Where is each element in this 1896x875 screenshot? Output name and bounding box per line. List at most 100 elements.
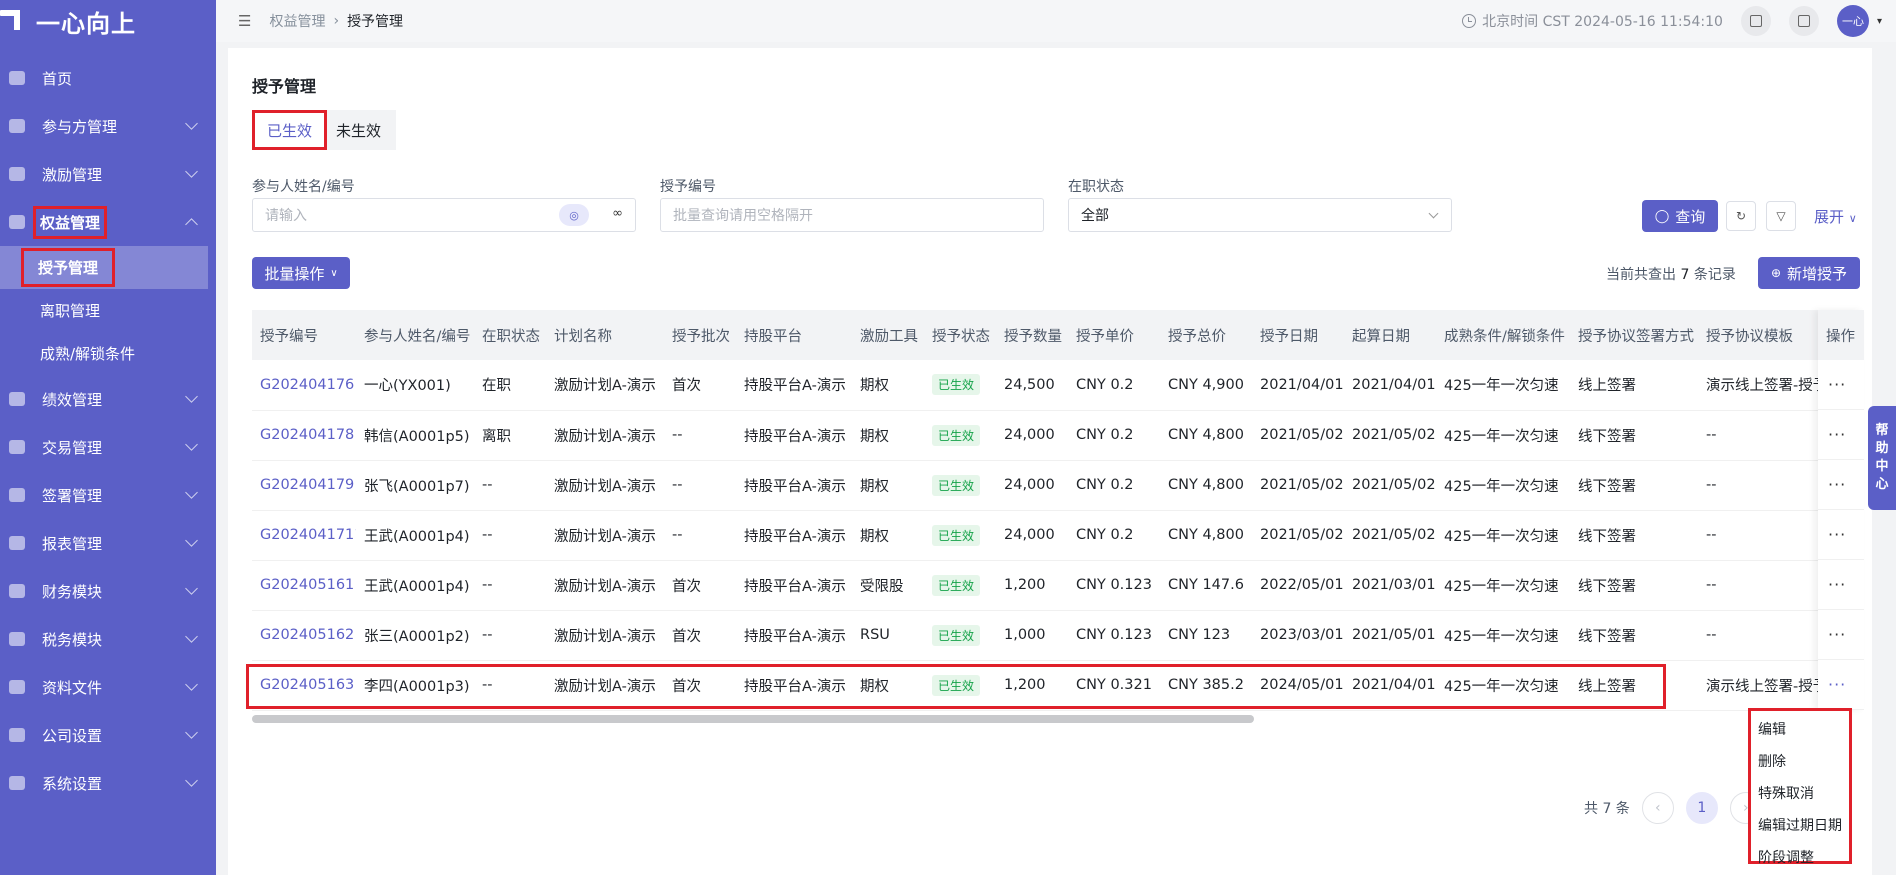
more-actions-icon[interactable]: ··· [1818, 510, 1864, 560]
more-actions-icon[interactable]: ··· [1818, 610, 1864, 660]
table-cell: 24,000 [996, 510, 1068, 561]
more-actions-icon[interactable]: ··· [1818, 410, 1864, 460]
sidebar-item-label: 首页 [42, 69, 73, 88]
avatar-caret-icon[interactable]: ▾ [1877, 16, 1882, 27]
batch-button-label: 批量操作 [264, 264, 325, 283]
sidebar-item[interactable]: 首页 [0, 54, 216, 102]
sidebar-item[interactable]: 财务模块 [0, 567, 216, 615]
help-char: 心 [1875, 477, 1889, 492]
sidebar-item[interactable]: 税务模块 [0, 615, 216, 663]
sidebar-item[interactable]: 签署管理 [0, 471, 216, 519]
batch-operation-button[interactable]: 批量操作 ∨ [252, 257, 350, 289]
message-button[interactable] [1788, 6, 1819, 36]
sidebar-item[interactable]: 参与方管理 [0, 102, 216, 150]
sidebar-subitem[interactable]: 授予管理 [0, 246, 208, 289]
prev-page-button[interactable]: ‹ [1641, 792, 1674, 824]
help-char: 帮 [1875, 423, 1889, 438]
status-badge: 已生效 [932, 474, 981, 496]
column-header: 授予状态 [924, 310, 996, 360]
column-header: 授予批次 [664, 310, 736, 360]
grant-no-filter-input[interactable]: 批量查询请用空格隔开 [660, 198, 1044, 232]
column-header: 成熟条件/解锁条件 [1436, 310, 1570, 360]
table-cell: 已生效 [924, 460, 996, 511]
sidebar-item[interactable]: 系统设置 [0, 759, 216, 807]
sidebar-item-label: 财务模块 [42, 582, 103, 601]
task-button[interactable] [1740, 6, 1771, 36]
sidebar-item[interactable]: 报表管理 [0, 519, 216, 567]
dropdown-menu-item[interactable]: 阶段调整 [1751, 841, 1849, 873]
sidebar-item-label: 权益管理 [32, 205, 108, 239]
employment-status-select[interactable]: 全部 [1068, 198, 1452, 232]
grant-number-link[interactable]: G2024041711 [252, 510, 356, 561]
grant-number-link[interactable]: G202404179 [252, 460, 356, 511]
sidebar-item[interactable]: 权益管理 [0, 198, 216, 246]
dropdown-menu-item[interactable]: 特殊取消 [1751, 777, 1849, 809]
horizontal-scrollbar[interactable] [252, 715, 1254, 723]
table-cell: 2021/04/01 [1344, 360, 1436, 411]
more-actions-icon[interactable]: ··· [1818, 560, 1864, 610]
record-count: 7 [1680, 267, 1690, 283]
name-filter-input[interactable]: 请输入 ◎ ∞ [252, 198, 636, 232]
reset-button[interactable]: ↻ [1726, 201, 1756, 231]
table-cell: 线下签署 [1570, 510, 1698, 561]
table-cell: 一心(YX001) [356, 360, 474, 411]
column-header: 授予单价 [1068, 310, 1160, 360]
help-center-button[interactable]: 帮助中心 [1868, 406, 1896, 510]
table-cell: 2021/04/01 [1252, 360, 1344, 411]
chevron-down-icon [185, 534, 198, 547]
tab-effective[interactable]: 已生效 [251, 110, 328, 150]
grant-number-link[interactable]: G202404176 [252, 360, 356, 411]
table-cell: 激励计划A-演示 [546, 360, 664, 411]
column-header: 授予数量 [996, 310, 1068, 360]
add-grant-button[interactable]: ⊕ 新增授予 [1758, 257, 1860, 289]
table-cell: CNY 0.123 [1068, 610, 1160, 661]
dropdown-menu-item[interactable]: 删除 [1751, 745, 1849, 777]
more-actions-icon[interactable]: ··· [1818, 360, 1864, 410]
table-cell: 425一年一次匀速 [1436, 560, 1570, 611]
table-cell: -- [474, 510, 546, 561]
table-cell: CNY 0.321 [1068, 660, 1160, 711]
dropdown-menu-item[interactable]: 编辑 [1751, 713, 1849, 745]
grant-number-link[interactable]: G202405162 [252, 610, 356, 661]
more-actions-icon[interactable]: ··· [1818, 660, 1864, 710]
avatar[interactable]: 一心 [1836, 5, 1869, 37]
sidebar-item[interactable]: 绩效管理 [0, 375, 216, 423]
breadcrumb-item[interactable]: 权益管理 [269, 11, 325, 31]
query-button[interactable]: ◯ 查询 [1642, 200, 1718, 232]
more-actions-icon[interactable]: ··· [1818, 460, 1864, 510]
table-cell: 2021/05/02 [1252, 410, 1344, 461]
sidebar-item[interactable]: 公司设置 [0, 711, 216, 759]
table-cell: 王武(A0001p4) [356, 510, 474, 561]
table-cell: RSU [852, 610, 924, 661]
chevron-down-icon [185, 774, 198, 787]
sidebar-item[interactable]: 交易管理 [0, 423, 216, 471]
table-cell: 激励计划A-演示 [546, 610, 664, 661]
tab-not-effective[interactable]: 未生效 [324, 113, 393, 147]
dropdown-menu-item[interactable]: 编辑过期日期 [1751, 809, 1849, 841]
sidebar-subitem[interactable]: 成熟/解锁条件 [0, 332, 216, 375]
sidebar-item[interactable]: 资料文件 [0, 663, 216, 711]
sidebar-item-label: 激励管理 [42, 165, 103, 184]
trade-icon-shape [9, 440, 25, 454]
filter-button[interactable]: ▽ [1766, 201, 1796, 231]
compass-icon[interactable]: ◎ [559, 204, 589, 226]
grant-number-link[interactable]: G202405161 [252, 560, 356, 611]
page-number-button[interactable]: 1 [1685, 792, 1718, 824]
sidebar-item[interactable]: 激励管理 [0, 150, 216, 198]
collapse-menu-icon[interactable]: ☰ [238, 12, 251, 30]
sidebar-subitem[interactable]: 离职管理 [0, 289, 216, 332]
table-row: G202404179 张飞(A0001p7) -- 激励计划A-演示 -- 持股平台A-演… [252, 460, 1818, 511]
grant-number-link[interactable]: G202404178 [252, 410, 356, 461]
link-icon[interactable]: ∞ [612, 206, 623, 221]
sidebar-menu: 首页参与方管理激励管理权益管理授予管理 离职管理成熟/解锁条件绩效管理 交易管理 签署… [0, 54, 216, 807]
sidebar-subitem-label: 成熟/解锁条件 [40, 345, 136, 363]
top-header: ☰ 权益管理 › 授予管理 北京时间 CST 2024-05-16 11:54:… [216, 0, 1896, 42]
table-cell: 持股平台A-演示 [736, 660, 852, 711]
grant-number-link[interactable]: G202405163 [252, 660, 356, 711]
sidebar-item-label: 参与方管理 [42, 117, 118, 136]
expand-filters-link[interactable]: 展开 ∨ [1814, 206, 1857, 227]
table-cell: 激励计划A-演示 [546, 410, 664, 461]
table-cell: -- [664, 460, 736, 511]
column-header: 授予日期 [1252, 310, 1344, 360]
table-cell: -- [474, 610, 546, 661]
